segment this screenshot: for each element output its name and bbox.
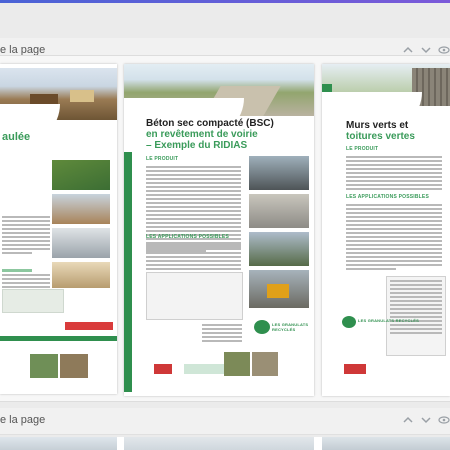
page-section-header: e la page	[0, 408, 450, 435]
page-preview-panel: aulée Béton sec compacté (BSC) en revête…	[0, 55, 450, 402]
aggregate-photo	[52, 194, 110, 224]
paver-photo	[249, 270, 309, 308]
thumb-photo	[224, 352, 250, 376]
brochure-page-center[interactable]: Béton sec compacté (BSC) en revêtement d…	[124, 64, 314, 396]
section-heading: LE PRODUIT	[346, 146, 379, 152]
page-title: aulée	[2, 131, 31, 143]
thumb-photo	[252, 352, 278, 376]
article-subtitle: – Exemple du RIDIAS	[146, 140, 248, 151]
asphalt-photo	[249, 156, 309, 190]
section-heading: LES APPLICATIONS POSSIBLES	[146, 234, 229, 240]
section-label: e la page	[0, 414, 46, 426]
next-page-previews	[0, 437, 450, 450]
thumb-photo	[60, 354, 88, 378]
brochure-page-right[interactable]: Murs verts et toitures vertes LE PRODUIT…	[322, 64, 450, 396]
site-photo	[52, 160, 110, 190]
ground-photo	[52, 262, 110, 288]
footer-logo-text: LES GRANULATS RECYCLÉS	[358, 318, 419, 323]
pavement-photo	[249, 194, 309, 228]
top-accent-bar	[0, 0, 450, 3]
chevron-up-icon[interactable]	[401, 413, 415, 427]
article-title: Béton sec compacté (BSC)	[146, 118, 274, 129]
brochure-page-left[interactable]: aulée	[0, 64, 117, 394]
machine-photo	[249, 232, 309, 266]
section-heading: LE PRODUIT	[146, 156, 179, 162]
eye-icon[interactable]	[437, 413, 450, 427]
footer-logo-text: LES GRANULATS RECYCLÉS	[272, 322, 309, 332]
thumb-photo	[30, 354, 58, 378]
article-subtitle: toitures vertes	[346, 131, 415, 142]
chevron-down-icon[interactable]	[419, 413, 433, 427]
article-title: Murs verts et	[346, 120, 409, 131]
section-heading: LES APPLICATIONS POSSIBLES	[346, 194, 429, 200]
pipe-photo	[52, 228, 110, 258]
article-subtitle: en revêtement de voirie	[146, 129, 258, 140]
